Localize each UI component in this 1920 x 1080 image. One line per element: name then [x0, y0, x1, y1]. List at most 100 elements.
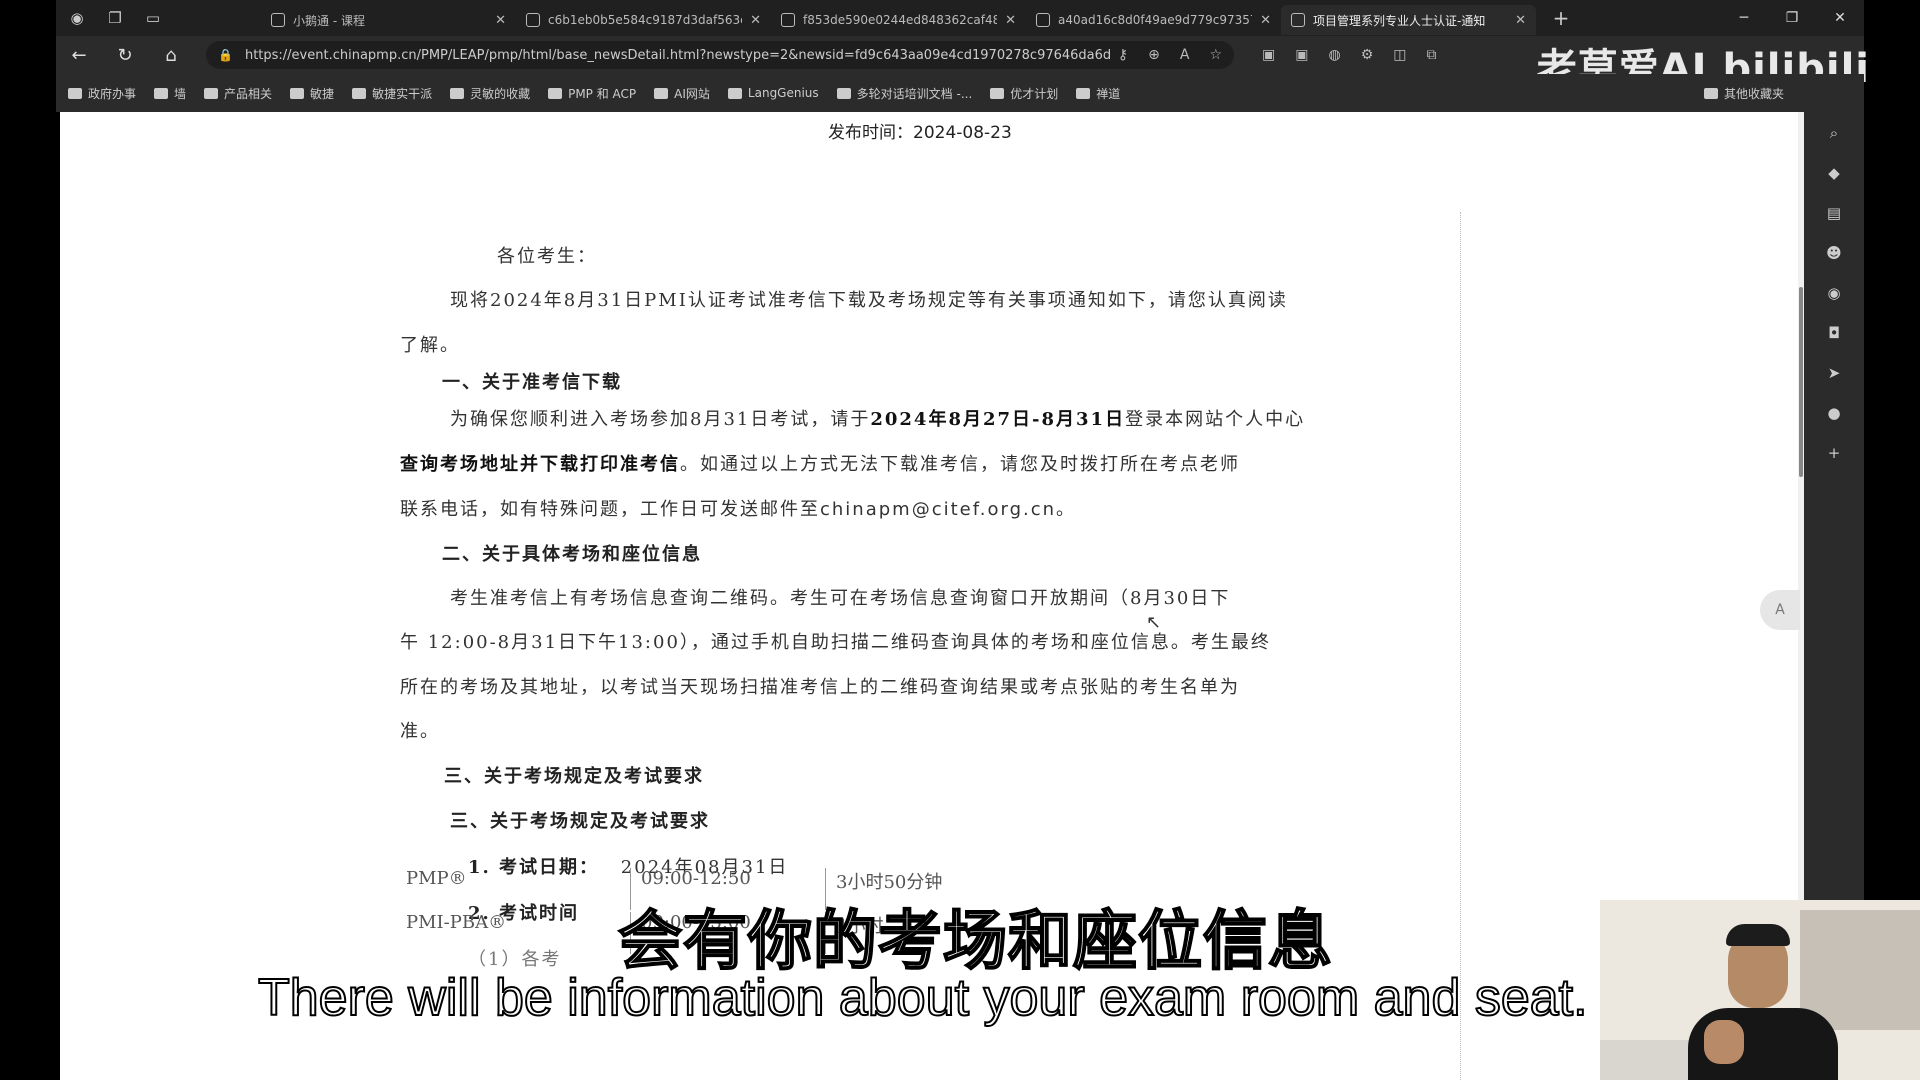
tab-close-icon[interactable]: ✕	[1260, 13, 1271, 28]
restore-icon[interactable]: ❐	[1768, 10, 1816, 26]
tab-favicon-icon	[271, 13, 285, 27]
tab-close-icon[interactable]: ✕	[495, 13, 506, 28]
zoom-icon[interactable]: ⊕	[1148, 47, 1160, 63]
section-heading-2: 二、关于具体考场和座位信息	[442, 544, 702, 565]
paragraph-line: 为确保您顺利进入考场参加8月31日考试，请于2024年8月27日-8月31日登录…	[450, 405, 1305, 431]
add-icon[interactable]: +	[1825, 444, 1843, 462]
office-icon[interactable]: ◘	[1825, 324, 1843, 342]
section-heading-3: 三、关于考场规定及考试要求	[444, 766, 704, 787]
outlook-icon[interactable]: ●	[1825, 404, 1843, 422]
bookmark-folder[interactable]: 产品相关	[204, 85, 272, 102]
bookmark-link[interactable]: 多轮对话培训文档 -...	[836, 85, 972, 102]
read-aloud-icon[interactable]: A	[1180, 47, 1190, 63]
extension-icon[interactable]: ▣	[1295, 47, 1308, 63]
email-link[interactable]: chinapm@citef.org.cn	[820, 499, 1056, 520]
section-heading-1: 一、关于准考信下载	[442, 372, 622, 393]
favorite-star-icon[interactable]: ☆	[1209, 47, 1222, 63]
text-run: 。如通过以上方式无法下载准考信，请您及时拨打所在考点老师	[680, 454, 1240, 475]
workspaces-icon[interactable]: ❐	[104, 7, 126, 29]
tab-close-icon[interactable]: ✕	[750, 13, 761, 28]
section-heading-3-dup: 三、关于考场规定及考试要求	[450, 811, 710, 832]
settings-icon[interactable]: ⚙	[1361, 47, 1374, 63]
briefcase-icon[interactable]: ▤	[1825, 204, 1843, 222]
folder-icon	[204, 87, 219, 99]
tab-xiaoetong[interactable]: 小鹅通 - 课程 ✕	[261, 5, 516, 35]
extension-icon[interactable]: ▣	[1262, 47, 1275, 63]
bookmark-folder[interactable]: 灵敏的收藏	[450, 85, 530, 102]
scrollbar-thumb[interactable]	[1799, 287, 1803, 477]
mouse-cursor-icon: ↖	[1146, 612, 1162, 633]
desk	[1600, 1040, 1690, 1080]
people-icon[interactable]: ☻	[1825, 244, 1843, 262]
tab-title: 项目管理系列专业人士认证-通知	[1313, 13, 1486, 28]
back-icon[interactable]: ←	[56, 45, 102, 66]
tab-title: f853de590e0244ed848362caf48c	[803, 13, 998, 27]
bookmark-folder[interactable]: 禅道	[1076, 85, 1120, 102]
refresh-icon[interactable]: ↻	[102, 45, 148, 66]
bookmark-label: LangGenius	[747, 86, 819, 100]
bookmark-label: PMP 和 ACP	[568, 86, 637, 101]
tab-close-icon[interactable]: ✕	[1515, 13, 1526, 28]
webcam-overlay	[1600, 900, 1920, 1080]
text-run-bold: 2024年8月27日-8月31日	[870, 409, 1126, 430]
bookmarks-bar: 政府办事 墙 产品相关 敏捷 敏捷实干派 灵敏的收藏 PMP 和 ACP AI网…	[56, 74, 1864, 112]
room-door	[1800, 910, 1920, 1030]
search-icon[interactable]: ⌕	[1825, 124, 1843, 142]
publish-time: 发布时间：2024-08-23	[828, 123, 1012, 143]
bookmark-label: 其他收藏夹	[1723, 86, 1784, 101]
tab-actions-icon[interactable]: ▭	[142, 7, 164, 29]
tab-doc-3[interactable]: a40ad16c8d0f49ae9d779c97357 ✕	[1026, 5, 1281, 35]
address-bar-actions: ⚷ ⊕ A ☆	[1118, 47, 1222, 63]
bookmark-folder[interactable]: 优才计划	[990, 85, 1058, 102]
collections-icon[interactable]: ⧉	[1426, 47, 1436, 63]
tab-doc-1[interactable]: c6b1eb0b5e584c9187d3daf563c ✕	[516, 5, 771, 35]
bookmark-folder[interactable]: LangGenius	[727, 86, 819, 100]
tag-icon[interactable]: ◆	[1825, 164, 1843, 182]
bookmark-folder[interactable]: AI网站	[654, 85, 710, 102]
key-icon[interactable]: ⚷	[1118, 47, 1128, 63]
other-bookmarks[interactable]: 其他收藏夹	[1703, 85, 1784, 102]
split-screen-icon[interactable]: ◫	[1393, 47, 1406, 63]
home-icon[interactable]: ⌂	[148, 45, 194, 66]
bookmark-folder[interactable]: 墙	[154, 85, 186, 102]
games-icon[interactable]: ◉	[1825, 284, 1843, 302]
translate-float-icon[interactable]: A	[1760, 590, 1800, 630]
presenter-hand	[1704, 1020, 1744, 1064]
close-window-icon[interactable]: ✕	[1816, 10, 1864, 26]
paragraph-line: 联系电话，如有特殊问题，工作日可发送邮件至chinapm@citef.org.c…	[400, 495, 1076, 521]
address-bar[interactable]: 🔒 https://event.chinapmp.cn/PMP/LEAP/pmp…	[206, 41, 1234, 69]
text-run: 为确保您顺利进入考场参加8月31日考试，请于	[450, 409, 871, 430]
folder-icon	[548, 87, 563, 99]
bookmark-label: 政府办事	[88, 86, 137, 101]
url-text[interactable]: https://event.chinapmp.cn/PMP/LEAP/pmp/h…	[245, 48, 1118, 63]
browser-titlebar: ◉ ❐ ▭ 小鹅通 - 课程 ✕ c6b1eb0b5e584c9187d3daf…	[56, 0, 1864, 36]
bookmark-label: 禅道	[1096, 86, 1121, 101]
extension-icon[interactable]: ◍	[1328, 47, 1340, 63]
text-run-bold: 查询考场地址并下载打印准考信	[400, 454, 680, 475]
profile-icon[interactable]: ◉	[66, 7, 88, 29]
bookmark-folder[interactable]: PMP 和 ACP	[548, 85, 636, 102]
folder-icon	[450, 87, 465, 99]
bookmark-folder[interactable]: 政府办事	[68, 85, 136, 102]
folder-icon	[654, 87, 669, 99]
bookmark-label: 敏捷	[310, 86, 335, 101]
bookmark-folder[interactable]: 敏捷	[290, 85, 334, 102]
extension-icons: ▣ ▣ ◍ ⚙ ◫ ⧉	[1262, 47, 1436, 63]
minimize-icon[interactable]: ─	[1720, 10, 1768, 26]
folder-icon	[154, 87, 169, 99]
paragraph-line: 准。	[400, 721, 440, 742]
tab-pmp-notice[interactable]: 项目管理系列专业人士认证-通知 ✕	[1281, 5, 1536, 35]
send-icon[interactable]: ➤	[1825, 364, 1843, 382]
table-cell: PMP®	[406, 868, 467, 889]
page-divider	[1460, 212, 1461, 1080]
lock-icon[interactable]: 🔒	[218, 48, 233, 62]
tab-doc-2[interactable]: f853de590e0244ed848362caf48c ✕	[771, 5, 1026, 35]
tab-close-icon[interactable]: ✕	[1005, 13, 1016, 28]
text-run: 。	[1056, 499, 1077, 520]
folder-icon	[68, 87, 82, 99]
bookmark-folder[interactable]: 敏捷实干派	[352, 85, 432, 102]
folder-icon	[990, 87, 1005, 99]
bookmark-label: 产品相关	[224, 86, 273, 101]
intro-line: 现将2024年8月31日PMI认证考试准考信下载及考场规定等有关事项通知如下，请…	[450, 290, 1288, 311]
new-tab-button[interactable]: +	[1546, 6, 1576, 30]
